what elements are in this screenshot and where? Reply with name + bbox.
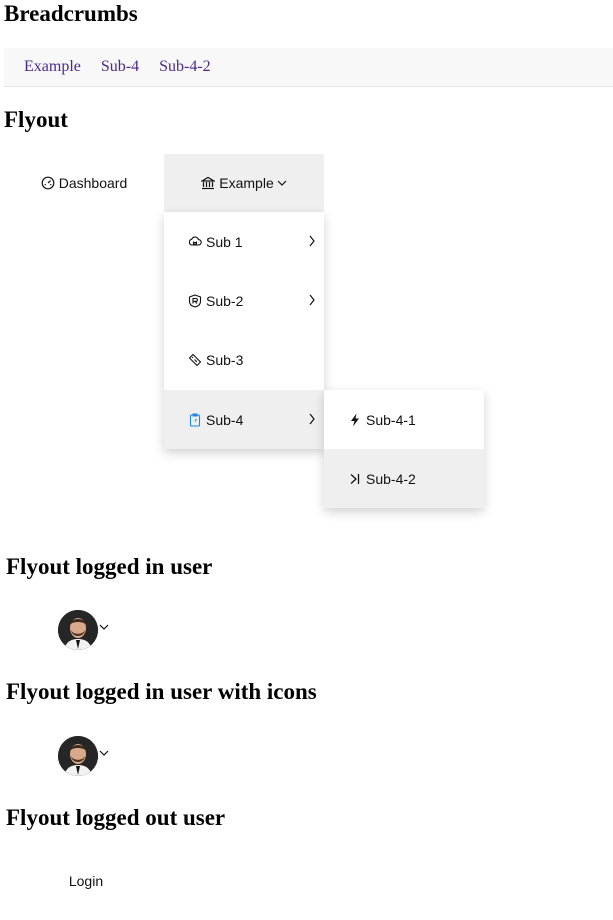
- nav-item-label: Example: [219, 175, 274, 191]
- menu-item-label: Sub-3: [206, 351, 244, 368]
- section-title-flyout: Flyout: [4, 107, 68, 132]
- menu-item-sub-3[interactable]: Sub-3: [164, 330, 324, 389]
- menu-item-label: Sub-4-1: [366, 411, 416, 428]
- bank-icon: [201, 176, 216, 190]
- chevron-right-icon: [309, 235, 315, 247]
- ticket-icon: [188, 353, 202, 367]
- chevron-right-icon: [309, 294, 315, 306]
- gauge-icon: [41, 176, 55, 190]
- menu-item-sub-1[interactable]: Sub 1: [164, 212, 324, 271]
- menu-item-sub-4[interactable]: Sub-4: [164, 390, 324, 449]
- avatar: [58, 736, 98, 776]
- menu-item-sub-4-2[interactable]: Sub-4-2: [324, 449, 484, 508]
- chevron-down-icon: [277, 176, 287, 190]
- nav-item-example[interactable]: Example: [164, 154, 324, 212]
- clipboard-icon: [188, 412, 202, 427]
- shield-badge-icon: [188, 293, 202, 308]
- breadcrumb: Example Sub-4 Sub-4-2: [4, 48, 613, 87]
- menu-item-label: Sub-4-2: [366, 470, 416, 487]
- menu-item-label: Sub 1: [206, 233, 243, 250]
- flyout-submenu: Sub-4-1 Sub-4-2: [324, 390, 484, 508]
- chevron-down-icon: [99, 750, 109, 756]
- menu-item-sub-2[interactable]: Sub-2: [164, 271, 324, 330]
- menu-item-label: Sub-2: [206, 292, 244, 309]
- flyout-menu: Sub 1 Sub-2 Sub-3 Sub-4: [164, 212, 324, 449]
- nav-item-label: Dashboard: [58, 175, 128, 191]
- section-title-breadcrumbs: Breadcrumbs: [4, 1, 138, 26]
- breadcrumb-item-sub-4-2[interactable]: Sub-4-2: [159, 58, 211, 76]
- breadcrumb-item-sub-4[interactable]: Sub-4: [101, 58, 139, 76]
- section-title-logged-out: Flyout logged out user: [6, 805, 226, 830]
- chevron-right-icon: [309, 413, 315, 425]
- menu-item-sub-4-1[interactable]: Sub-4-1: [324, 390, 484, 449]
- section-title-logged-in-icons: Flyout logged in user with icons: [6, 679, 317, 704]
- avatar: [58, 610, 98, 650]
- cloud-data-icon: [188, 235, 202, 249]
- chevron-down-icon: [99, 624, 109, 630]
- user-menu-toggle[interactable]: [58, 610, 109, 650]
- nav-item-dashboard[interactable]: Dashboard: [24, 154, 144, 212]
- menu-item-label: Sub-4: [206, 411, 244, 428]
- lightning-icon: [348, 413, 362, 427]
- skip-forward-icon: [348, 472, 362, 486]
- user-menu-toggle-icons[interactable]: [58, 736, 109, 776]
- login-button[interactable]: Login: [54, 866, 118, 896]
- breadcrumb-item-example[interactable]: Example: [24, 58, 81, 76]
- section-title-logged-in: Flyout logged in user: [6, 554, 213, 579]
